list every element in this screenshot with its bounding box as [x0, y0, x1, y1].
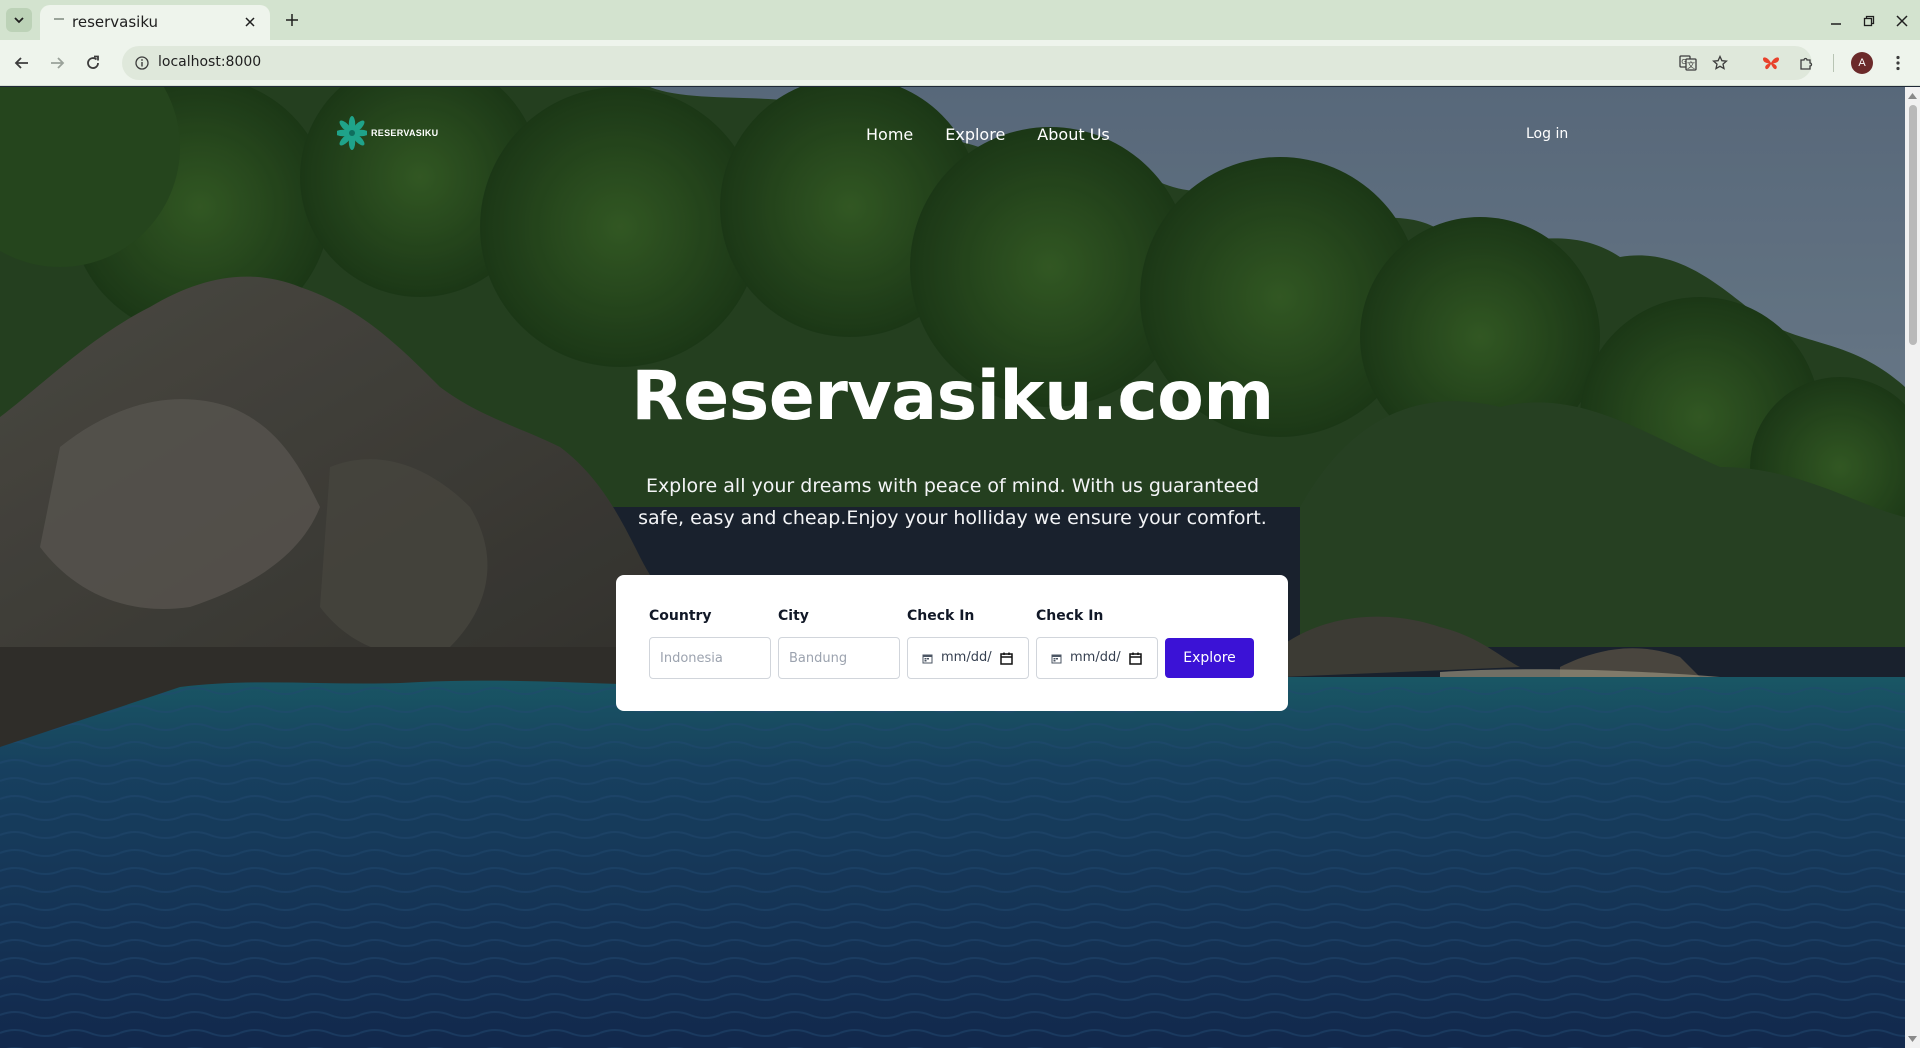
- address-bar[interactable]: localhost:8000 文G: [122, 46, 1812, 80]
- translate-icon[interactable]: 文G: [1676, 51, 1700, 75]
- nav-link-about-us[interactable]: About Us: [1037, 125, 1109, 144]
- browser-tab-active[interactable]: reservasiku: [40, 5, 270, 40]
- tab-title: reservasiku: [72, 13, 159, 31]
- tab-close-icon[interactable]: [240, 12, 260, 32]
- browser-tab-bar: reservasiku: [0, 0, 1920, 40]
- extension-butterfly-icon[interactable]: [1759, 51, 1783, 75]
- site-info-icon[interactable]: [130, 51, 154, 75]
- city-field: City: [778, 608, 900, 679]
- profile-avatar[interactable]: A: [1851, 52, 1873, 74]
- check-in-field-1: Check In mm/dd/: [907, 608, 1029, 679]
- reload-button[interactable]: [80, 50, 106, 76]
- search-card: Country City Check In mm/dd/ Check In mm…: [616, 575, 1288, 711]
- site-nav: Home Explore About Us: [866, 125, 1110, 144]
- close-window-button[interactable]: [1891, 10, 1913, 32]
- plus-icon: [286, 14, 298, 26]
- bookmark-star-icon[interactable]: [1708, 51, 1732, 75]
- calendar-icon: [922, 654, 933, 663]
- tab-favicon-icon: [54, 18, 64, 20]
- hero-subtitle: Explore all your dreams with peace of mi…: [638, 475, 1267, 529]
- nav-link-home[interactable]: Home: [866, 125, 913, 144]
- svg-text:文: 文: [1687, 60, 1695, 70]
- calendar-picker-icon[interactable]: [999, 652, 1013, 665]
- toolbar-divider: [1833, 54, 1834, 72]
- flower-logo-icon: [337, 116, 367, 150]
- hero-background-image: [0, 87, 1905, 1048]
- chevron-down-icon: [14, 17, 24, 24]
- close-icon: [1896, 15, 1908, 27]
- browser-toolbar: localhost:8000 文G A: [0, 40, 1920, 86]
- page-scrollbar[interactable]: [1905, 87, 1920, 1048]
- page-viewport: RESERVASIKU Home Explore About Us Log in…: [0, 87, 1905, 1048]
- site-logo[interactable]: RESERVASIKU: [337, 115, 438, 151]
- check-in-label-2: Check In: [1036, 608, 1104, 624]
- restore-icon: [1863, 15, 1875, 27]
- city-label: City: [778, 608, 809, 624]
- calendar-icon: [1051, 654, 1062, 663]
- logo-text: RESERVASIKU: [371, 128, 439, 138]
- calendar-picker-icon[interactable]: [1128, 652, 1142, 665]
- check-in-field-2: Check In mm/dd/: [1036, 608, 1158, 679]
- explore-button[interactable]: Explore: [1165, 638, 1254, 678]
- hero-title: Reservasiku.com: [631, 357, 1274, 436]
- scroll-down-arrow-icon[interactable]: [1908, 1034, 1917, 1043]
- restore-window-button[interactable]: [1858, 10, 1880, 32]
- check-in-date-input-2[interactable]: mm/dd/: [1036, 637, 1158, 679]
- login-link[interactable]: Log in: [1526, 126, 1568, 142]
- nav-link-explore[interactable]: Explore: [945, 125, 1005, 144]
- scroll-up-arrow-icon[interactable]: [1908, 91, 1917, 100]
- arrow-left-icon: [14, 57, 28, 69]
- browser-menu-icon[interactable]: [1886, 51, 1910, 75]
- check-in-date-input-1[interactable]: mm/dd/: [907, 637, 1029, 679]
- tab-search-button[interactable]: [6, 8, 32, 32]
- country-label: Country: [649, 608, 712, 624]
- svg-text:G: G: [1681, 58, 1686, 66]
- new-tab-button[interactable]: [281, 9, 303, 31]
- country-field: Country: [649, 608, 771, 679]
- extensions-puzzle-icon[interactable]: [1795, 51, 1819, 75]
- minimize-icon: [1831, 23, 1841, 25]
- minimize-window-button[interactable]: [1825, 10, 1847, 32]
- arrow-right-icon: [51, 57, 65, 69]
- city-input[interactable]: [778, 637, 900, 679]
- reload-icon: [87, 55, 99, 69]
- scrollbar-thumb[interactable]: [1909, 105, 1917, 345]
- forward-button[interactable]: [44, 50, 70, 76]
- back-button[interactable]: [9, 50, 35, 76]
- url-text[interactable]: localhost:8000: [158, 54, 261, 70]
- date-format-text-1: mm/dd/: [941, 650, 992, 665]
- check-in-label-1: Check In: [907, 608, 975, 624]
- date-format-text-2: mm/dd/: [1070, 650, 1121, 665]
- country-input[interactable]: [649, 637, 771, 679]
